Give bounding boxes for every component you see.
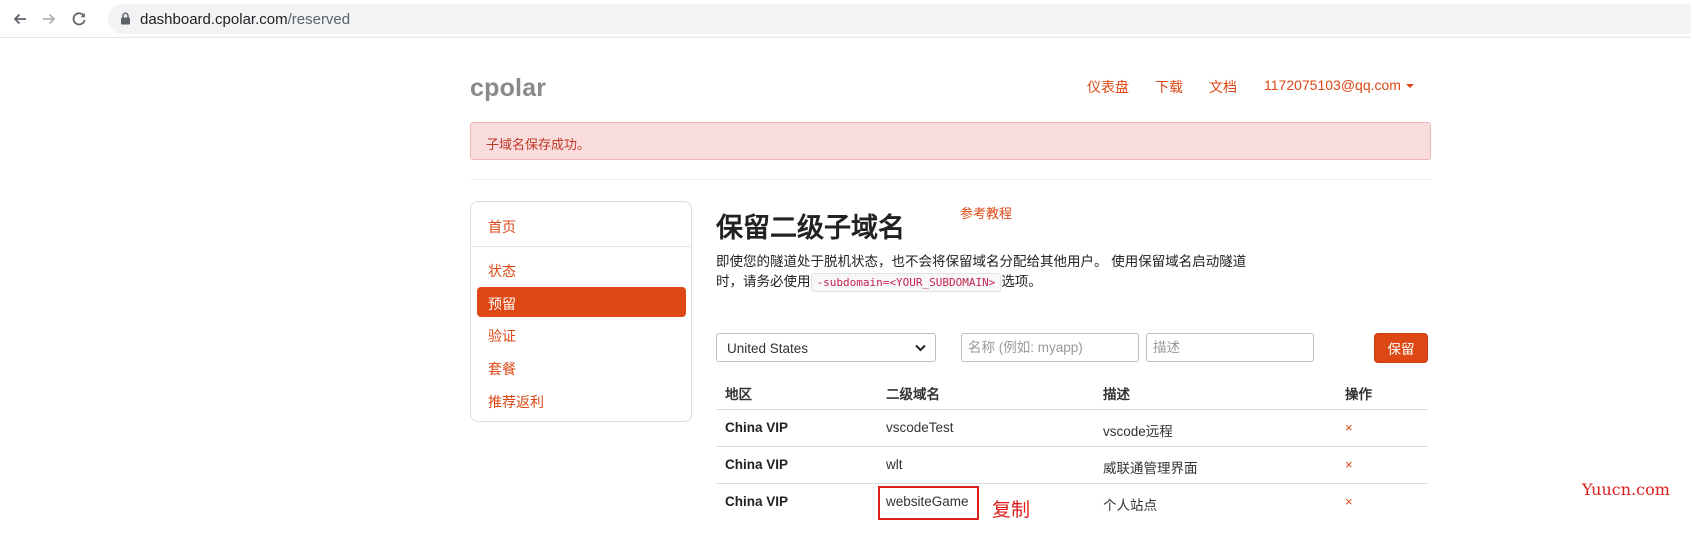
sidebar-nav: 首页 状态 预留 验证 套餐 推荐返利 — [470, 201, 692, 422]
desc-line1: 即使您的隧道处于脱机状态，也不会将保留域名分配给其他用户。 使用保留域名启动隧道 — [716, 254, 1247, 269]
cell-description: 个人站点 — [1103, 498, 1157, 513]
sidebar-item-reserved[interactable]: 预留 — [477, 287, 686, 317]
highlight-box — [878, 486, 979, 520]
nav-dashboard-link[interactable]: 仪表盘 — [1087, 77, 1129, 97]
subdomain-name-input[interactable] — [961, 333, 1139, 362]
copy-annotation: 复制 — [992, 500, 1031, 521]
reference-tutorial-link[interactable]: 参考教程 — [960, 203, 1012, 222]
delete-icon[interactable]: × — [1345, 420, 1353, 435]
reload-button[interactable] — [67, 7, 91, 31]
subdomain-code: -subdomain=<YOUR_SUBDOMAIN> — [810, 273, 1002, 292]
cell-region: China VIP — [725, 494, 789, 509]
desc-line2-post: 选项。 — [1001, 274, 1042, 289]
success-alert: 子域名保存成功。 — [470, 122, 1431, 160]
user-menu-dropdown[interactable]: 1172075103@qq.com — [1264, 77, 1414, 93]
browser-toolbar: dashboard.cpolar.com/reserved — [0, 0, 1691, 38]
caret-down-icon — [1405, 84, 1414, 89]
sidebar-item-referral[interactable]: 推荐返利 — [488, 392, 544, 412]
cell-description: vscode远程 — [1103, 424, 1173, 439]
row-divider — [716, 446, 1428, 447]
region-select[interactable]: United States — [716, 333, 936, 362]
sidebar-item-plans[interactable]: 套餐 — [488, 359, 516, 379]
forward-button[interactable] — [37, 7, 61, 31]
reserve-button[interactable]: 保留 — [1374, 333, 1428, 363]
th-description: 描述 — [1103, 387, 1130, 402]
back-button[interactable] — [8, 7, 32, 31]
description-input[interactable] — [1146, 333, 1314, 362]
brand-logo[interactable]: cpolar — [470, 74, 546, 103]
delete-icon[interactable]: × — [1345, 457, 1353, 472]
arrow-right-icon — [43, 13, 56, 25]
sidebar-item-label: 预留 — [488, 296, 516, 312]
region-selected-value: United States — [727, 341, 809, 356]
sidebar-item-verify[interactable]: 验证 — [488, 326, 516, 346]
nav-download-link[interactable]: 下载 — [1155, 77, 1183, 97]
th-action: 操作 — [1345, 387, 1372, 402]
lock-icon — [121, 12, 130, 25]
cell-region: China VIP — [725, 457, 789, 472]
delete-icon[interactable]: × — [1345, 494, 1353, 509]
sidebar-item-home[interactable]: 首页 — [488, 217, 516, 237]
table-header-border — [716, 409, 1428, 410]
cell-description: 威联通管理界面 — [1103, 461, 1198, 476]
cell-subdomain: wlt — [886, 457, 903, 472]
arrow-left-icon — [13, 13, 26, 25]
chevron-down-icon — [915, 344, 926, 352]
page-description: 即使您的隧道处于脱机状态，也不会将保留域名分配给其他用户。 使用保留域名启动隧道… — [716, 252, 1276, 293]
page-title: 保留二级子域名 — [716, 213, 905, 243]
desc-line2-pre: 时，请务必使用 — [716, 274, 811, 289]
th-region: 地区 — [725, 387, 752, 402]
sidebar-item-status[interactable]: 状态 — [488, 261, 516, 281]
address-bar[interactable]: dashboard.cpolar.com/reserved — [108, 4, 1691, 34]
user-email: 1172075103@qq.com — [1264, 77, 1401, 93]
cell-subdomain: vscodeTest — [886, 420, 954, 435]
watermark: Yuucn.com — [1582, 480, 1670, 499]
nav-docs-link[interactable]: 文档 — [1209, 77, 1237, 97]
url-text: dashboard.cpolar.com/reserved — [140, 11, 350, 28]
sidebar-divider — [471, 246, 691, 247]
url-host: dashboard.cpolar.com — [140, 11, 288, 28]
th-subdomain: 二级域名 — [886, 387, 940, 402]
cell-region: China VIP — [725, 420, 789, 435]
alert-message: 子域名保存成功。 — [486, 137, 591, 152]
header-divider — [470, 179, 1431, 180]
url-path: /reserved — [287, 11, 351, 28]
row-divider — [716, 483, 1428, 484]
reload-icon — [72, 12, 86, 26]
